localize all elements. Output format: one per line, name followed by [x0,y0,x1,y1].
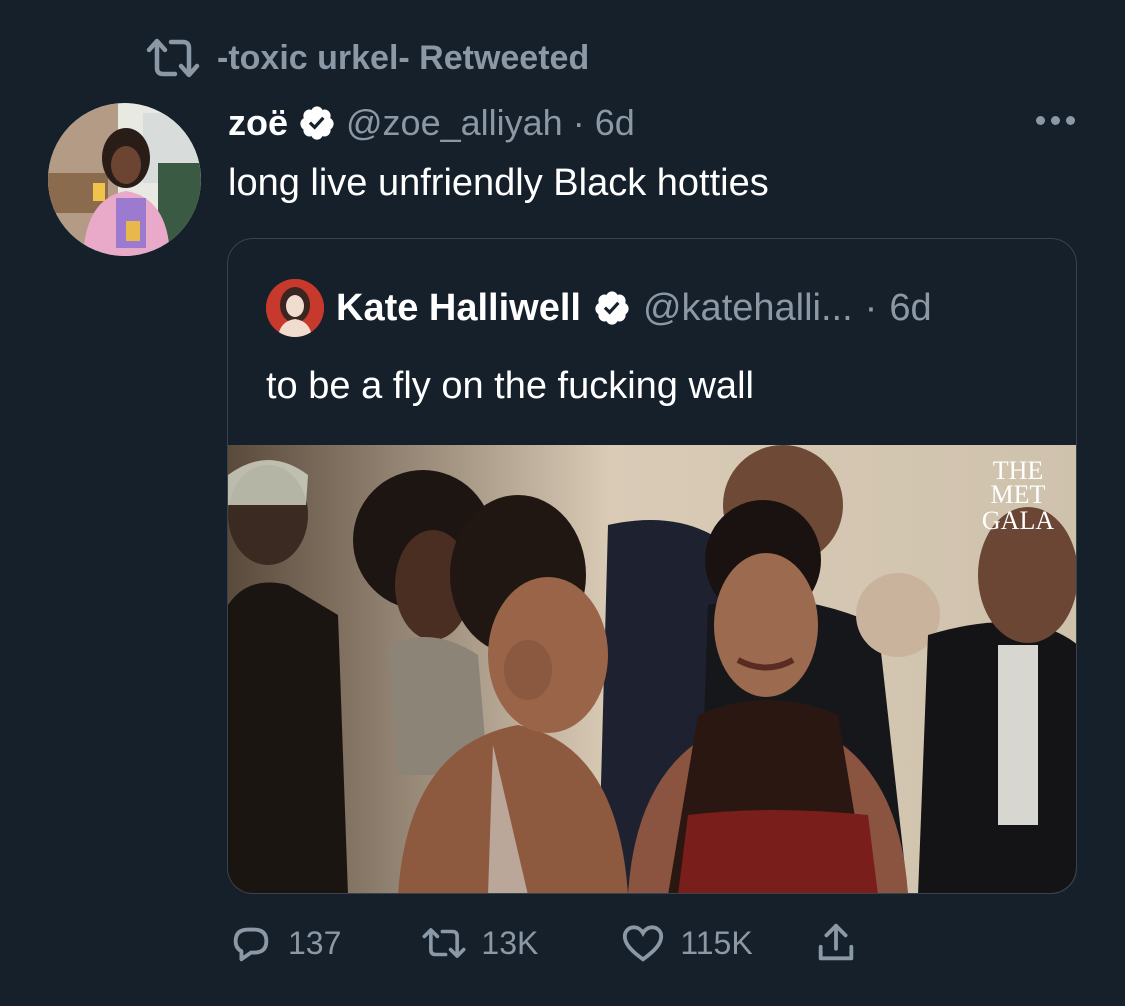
more-horizontal-icon[interactable] [1036,116,1075,125]
verified-badge-icon [595,291,629,325]
quote-author-handle: @katehalli... [642,286,853,329]
quoted-tweet[interactable]: Kate Halliwell @katehalli... · 6d to be … [227,238,1077,894]
retweet-button[interactable]: 13K [421,920,538,966]
reply-button[interactable]: 137 [228,920,341,966]
retweet-count: 13K [481,924,539,961]
share-button[interactable] [813,920,859,966]
quote-header: Kate Halliwell @katehalli... · 6d [266,279,932,337]
author-handle[interactable]: @zoe_alliyah [346,102,563,144]
retweet-icon [422,928,466,958]
quote-media-image[interactable]: THE MET GALA [228,445,1076,893]
watermark-line-3: GALA [982,506,1054,535]
timestamp[interactable]: 6d [595,102,635,144]
retweet-context[interactable]: -toxic urkel- Retweeted [145,36,589,80]
tweet-header: zoë @zoe_alliyah · 6d [228,102,635,144]
like-count: 115K [680,924,753,961]
tweet-actions: 137 13K 115K [228,920,859,966]
retweet-icon [146,38,200,78]
tweet-text: long live unfriendly Black hotties [228,162,769,204]
like-icon [623,925,664,962]
watermark-line-2: MET [991,480,1046,509]
reply-count: 137 [288,924,342,961]
author-avatar[interactable] [48,103,201,256]
share-icon [818,923,853,961]
quote-author-avatar [266,279,324,337]
quote-text: to be a fly on the fucking wall [266,365,754,407]
like-button[interactable]: 115K [620,920,753,966]
quote-author-name: Kate Halliwell [336,286,581,329]
quote-timestamp: 6d [889,286,932,329]
retweet-label: -toxic urkel- Retweeted [217,38,590,77]
verified-badge-icon [300,106,334,140]
author-name[interactable]: zoë [228,102,288,144]
reply-icon [233,927,269,962]
separator-dot: · [864,286,878,329]
separator-dot: · [572,102,585,143]
